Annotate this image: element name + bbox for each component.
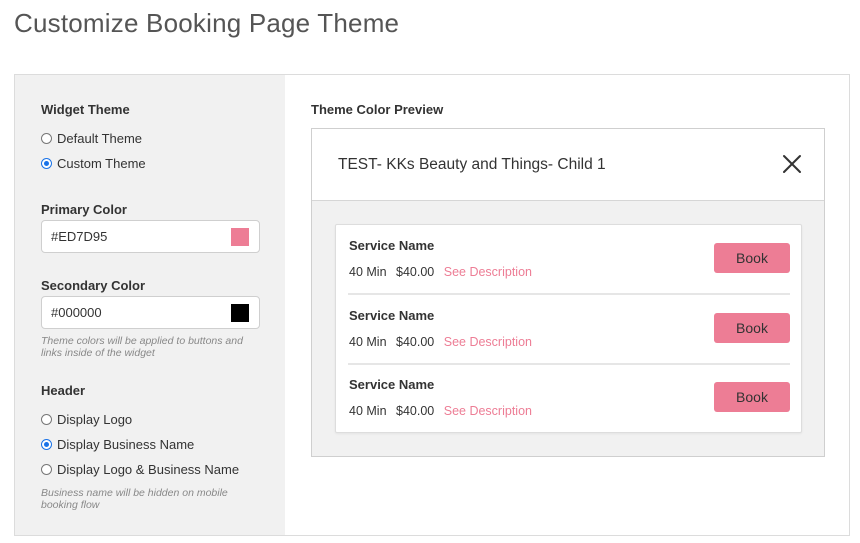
service-item: Service Name 40 Min $40.00 See Descripti… xyxy=(348,225,790,295)
display-logo-and-name-radio[interactable]: Display Logo & Business Name xyxy=(41,462,239,477)
secondary-color-label: Secondary Color xyxy=(41,278,146,293)
primary-color-label: Primary Color xyxy=(41,202,127,217)
custom-theme-radio[interactable]: Custom Theme xyxy=(41,156,146,171)
display-logo-radio[interactable]: Display Logo xyxy=(41,412,132,427)
see-description-link[interactable]: See Description xyxy=(444,404,532,418)
theme-preview: TEST- KKs Beauty and Things- Child 1 Ser… xyxy=(311,128,825,457)
service-name: Service Name xyxy=(349,377,435,392)
default-theme-label: Default Theme xyxy=(57,131,143,146)
theme-preview-label: Theme Color Preview xyxy=(311,102,444,117)
radio-checked-icon[interactable] xyxy=(41,439,52,450)
secondary-color-swatch[interactable] xyxy=(231,303,249,322)
secondary-color-field[interactable]: #000000 xyxy=(41,296,260,329)
custom-theme-label: Custom Theme xyxy=(57,156,146,171)
service-meta: 40 Min $40.00 See Description xyxy=(349,404,538,418)
service-duration: 40 Min xyxy=(349,404,387,418)
theme-settings-frame: Widget Theme Default Theme Custom Theme … xyxy=(14,74,850,536)
service-meta: 40 Min $40.00 See Description xyxy=(349,335,538,349)
radio-unchecked-icon[interactable] xyxy=(41,464,52,475)
primary-color-field[interactable]: #ED7D95 xyxy=(41,220,260,253)
display-business-name-label: Display Business Name xyxy=(57,437,195,452)
display-logo-label: Display Logo xyxy=(57,412,133,427)
service-list: Service Name 40 Min $40.00 See Descripti… xyxy=(335,224,802,433)
radio-checked-icon[interactable] xyxy=(41,158,52,169)
service-duration: 40 Min xyxy=(349,265,387,279)
book-button[interactable]: Book xyxy=(714,382,790,412)
service-price: $40.00 xyxy=(396,404,435,418)
theme-colors-hint: Theme colors will be applied to buttons … xyxy=(41,335,243,359)
service-meta: 40 Min $40.00 See Description xyxy=(349,265,538,279)
header-hint: Business name will be hidden on mobile b… xyxy=(41,487,228,511)
widget-theme-label: Widget Theme xyxy=(41,102,130,117)
book-button[interactable]: Book xyxy=(714,243,790,273)
primary-color-value[interactable]: #ED7D95 xyxy=(51,229,107,244)
secondary-color-value[interactable]: #000000 xyxy=(51,305,102,320)
see-description-link[interactable]: See Description xyxy=(444,265,532,279)
page-title: Customize Booking Page Theme xyxy=(14,8,400,38)
service-price: $40.00 xyxy=(396,335,435,349)
service-price: $40.00 xyxy=(396,265,435,279)
close-icon[interactable] xyxy=(782,154,802,174)
radio-unchecked-icon[interactable] xyxy=(41,133,52,144)
service-name: Service Name xyxy=(349,238,435,253)
service-name: Service Name xyxy=(349,308,435,323)
business-name: TEST- KKs Beauty and Things- Child 1 xyxy=(338,156,606,173)
display-business-name-radio[interactable]: Display Business Name xyxy=(41,437,194,452)
default-theme-radio[interactable]: Default Theme xyxy=(41,131,142,146)
radio-unchecked-icon[interactable] xyxy=(41,414,52,425)
service-item: Service Name 40 Min $40.00 See Descripti… xyxy=(348,295,790,365)
primary-color-swatch[interactable] xyxy=(231,227,249,246)
service-item: Service Name 40 Min $40.00 See Descripti… xyxy=(348,364,790,434)
service-duration: 40 Min xyxy=(349,335,387,349)
display-logo-and-name-label: Display Logo & Business Name xyxy=(57,462,240,477)
settings-panel: Widget Theme Default Theme Custom Theme … xyxy=(15,75,285,535)
see-description-link[interactable]: See Description xyxy=(444,335,532,349)
book-button[interactable]: Book xyxy=(714,313,790,343)
preview-header: TEST- KKs Beauty and Things- Child 1 xyxy=(312,129,824,201)
header-label: Header xyxy=(41,383,86,398)
